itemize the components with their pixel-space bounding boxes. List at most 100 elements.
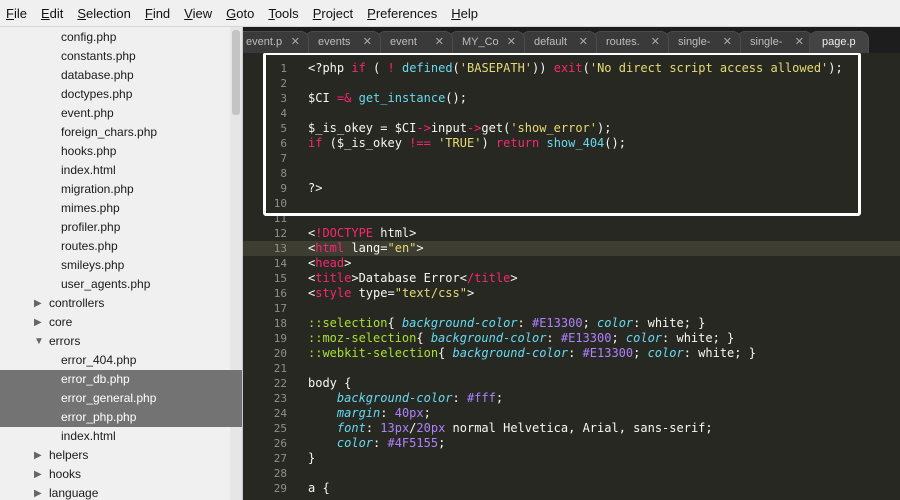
code-line[interactable]: background-color: #fff; [308,391,503,406]
sidebar-file-item[interactable]: error_404.php [0,351,242,370]
close-tab-icon[interactable]: ✕ [579,32,588,53]
sidebar-folder-label: errors [49,334,81,348]
sidebar-file-item[interactable]: error_general.php [0,389,242,408]
code-line[interactable]: <head> [308,256,351,271]
code-line[interactable]: $_is_okey = $CI->input->get('show_error'… [308,121,611,136]
code-line[interactable]: a { [308,481,330,496]
sidebar-folder-item[interactable]: ▶ controllers [0,294,242,313]
close-tab-icon[interactable]: ✕ [507,32,516,53]
line-number: 24 [273,407,287,420]
menu-edit[interactable]: Edit [35,0,71,26]
tab-7[interactable]: single- ✕ [737,31,813,53]
code-line[interactable]: <title>Database Error</title> [308,271,518,286]
line-number: 15 [273,272,287,285]
menu-view[interactable]: View [178,0,220,26]
code-line[interactable]: <?php if ( ! defined('BASEPATH')) exit('… [308,61,843,76]
folder-collapsed-icon[interactable]: ▶ [34,313,44,332]
code-line[interactable]: <!DOCTYPE html> [308,226,416,241]
code-line[interactable]: margin: 40px; [308,406,431,421]
menu-tools[interactable]: Tools [262,0,306,26]
tab-2[interactable]: event ✕ [377,31,453,53]
sidebar-file-item[interactable]: event.php [0,104,242,123]
code-line[interactable]: <style type="text/css"> [308,286,474,301]
tab-6[interactable]: single- ✕ [665,31,741,53]
code-line[interactable]: <html lang="en"> [308,241,424,256]
line-number: 26 [273,437,287,450]
tab-0[interactable]: event.p ✕ [243,31,309,53]
line-number: 11 [273,212,287,225]
close-tab-icon[interactable]: ✕ [723,32,732,53]
folder-collapsed-icon[interactable]: ▶ [34,446,44,465]
tab-label: single- [678,36,711,48]
sidebar-file-item[interactable]: error_db.php [0,370,242,389]
code-line[interactable]: ::selection{ background-color: #E13300; … [308,316,705,331]
code-line[interactable]: $CI =& get_instance(); [308,91,467,106]
sidebar-folder-item[interactable]: ▶ hooks [0,465,242,484]
menu-bar: File Edit Selection Find View Goto Tools Projec… [0,0,900,27]
sidebar-file-item[interactable]: config.php [0,28,242,47]
code-line[interactable]: } [308,451,315,466]
line-number: 18 [273,317,287,330]
menu-project[interactable]: Project [307,0,361,26]
close-tab-icon[interactable]: ✕ [795,32,804,53]
menu-goto[interactable]: Goto [220,0,262,26]
sidebar-file-item[interactable]: error_php.php [0,408,242,427]
sidebar-file-item[interactable]: doctypes.php [0,85,242,104]
sidebar-file-item[interactable]: index.html [0,427,242,446]
sidebar-file-item[interactable]: database.php [0,66,242,85]
sidebar-file-item[interactable]: smileys.php [0,256,242,275]
code-line[interactable]: color: #4F5155; [308,436,445,451]
code-line[interactable]: body { [308,376,351,391]
folder-collapsed-icon[interactable]: ▶ [34,465,44,484]
line-number: 8 [280,167,287,180]
menu-file[interactable]: File [0,0,35,26]
tab-label: MY_Co [462,36,499,48]
line-number: 20 [273,347,287,360]
sidebar-file-item[interactable]: hooks.php [0,142,242,161]
sidebar-file-item[interactable]: mimes.php [0,199,242,218]
tab-8[interactable]: page.p [809,31,869,53]
code-line[interactable]: ?> [308,181,322,196]
folder-expanded-icon[interactable]: ▼ [34,332,44,351]
line-number: 25 [273,422,287,435]
code-editor[interactable]: 1 <?php if ( ! defined('BASEPATH')) exit(… [243,53,900,500]
code-line[interactable]: ::moz-selection{ background-color: #E133… [308,331,734,346]
tab-label: single- [750,36,783,48]
sidebar-file-item[interactable]: foreign_chars.php [0,123,242,142]
sidebar-file-item[interactable]: migration.php [0,180,242,199]
code-line[interactable]: font: 13px/20px normal Helvetica, Arial,… [308,421,713,436]
sidebar-file-item[interactable]: user_agents.php [0,275,242,294]
close-tab-icon[interactable]: ✕ [651,32,660,53]
line-number: 19 [273,332,287,345]
sidebar-folder-item[interactable]: ▶ language [0,484,242,500]
folder-collapsed-icon[interactable]: ▶ [34,484,44,500]
line-number: 1 [280,62,287,75]
tab-3[interactable]: MY_Co ✕ [449,31,525,53]
sidebar-folder-item[interactable]: ▼ errors [0,332,242,351]
tab-5[interactable]: routes. ✕ [593,31,669,53]
line-number: 4 [280,107,287,120]
code-line[interactable]: if ($_is_okey !== 'TRUE') return show_40… [308,136,626,151]
menu-help[interactable]: Help [445,0,486,26]
close-tab-icon[interactable]: ✕ [291,32,300,53]
menu-find[interactable]: Find [139,0,178,26]
sidebar-file-item[interactable]: index.html [0,161,242,180]
menu-selection[interactable]: Selection [71,0,138,26]
sidebar-folder-label: hooks [49,467,82,481]
line-number: 21 [273,362,287,375]
sidebar-file-item[interactable]: profiler.php [0,218,242,237]
close-tab-icon[interactable]: ✕ [363,32,372,53]
sidebar-folder-item[interactable]: ▶ core [0,313,242,332]
folder-collapsed-icon[interactable]: ▶ [34,294,44,313]
code-line[interactable]: ::webkit-selection{ background-color: #E… [308,346,756,361]
menu-preferences[interactable]: Preferences [361,0,445,26]
sidebar-file-item[interactable]: routes.php [0,237,242,256]
tab-label: events [318,36,351,48]
tab-4[interactable]: default ✕ [521,31,597,53]
close-tab-icon[interactable]: ✕ [435,32,444,53]
line-number: 2 [280,77,287,90]
tab-1[interactable]: events ✕ [305,31,381,53]
sidebar-file-item[interactable]: constants.php [0,47,242,66]
line-number: 17 [273,302,287,315]
sidebar-folder-item[interactable]: ▶ helpers [0,446,242,465]
